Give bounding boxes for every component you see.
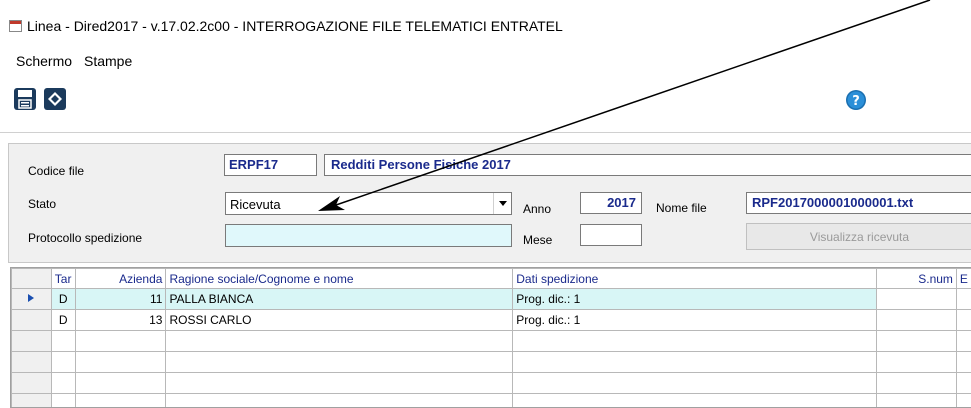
table-row[interactable]	[12, 331, 971, 352]
toolbar-separator	[0, 132, 971, 133]
empty-cell	[75, 352, 166, 373]
empty-cell	[513, 331, 877, 352]
menu-stampe[interactable]: Stampe	[84, 53, 132, 69]
save-icon	[13, 87, 37, 111]
form-panel: Codice file ERPF17 Redditi Persone Fisic…	[8, 143, 971, 263]
empty-cell	[956, 352, 971, 373]
col-header-snum[interactable]: S.num	[877, 269, 957, 289]
dropdown-arrow-icon[interactable]	[493, 193, 511, 214]
file-table: Tar Azienda Ragione sociale/Cognome e no…	[11, 268, 971, 408]
empty-cell	[513, 352, 877, 373]
empty-cell	[51, 373, 75, 394]
cell-ragione: ROSSI CARLO	[166, 310, 513, 331]
empty-cell	[956, 373, 971, 394]
empty-cell	[51, 331, 75, 352]
cell-e	[956, 310, 971, 331]
row-indicator-header	[12, 269, 52, 289]
row-pointer	[12, 331, 52, 352]
empty-cell	[877, 331, 957, 352]
empty-cell	[877, 352, 957, 373]
mese-label: Mese	[523, 233, 552, 247]
row-pointer	[12, 289, 52, 310]
nome-file-label: Nome file	[656, 201, 707, 215]
cell-tar: D	[51, 310, 75, 331]
stato-label: Stato	[28, 197, 56, 211]
empty-cell	[166, 373, 513, 394]
title-bar: Linea - Dired2017 - v.17.02.2c00 - INTER…	[0, 0, 971, 40]
cell-dati: Prog. dic.: 1	[513, 289, 877, 310]
toolbar: ?	[0, 80, 971, 124]
menu-schermo[interactable]: Schermo	[16, 53, 72, 69]
anno-label: Anno	[523, 202, 551, 216]
table-row[interactable]	[12, 352, 971, 373]
cell-snum	[877, 289, 957, 310]
col-header-dati[interactable]: Dati spedizione	[513, 269, 877, 289]
cell-ragione: PALLA BIANCA	[166, 289, 513, 310]
empty-cell	[956, 331, 971, 352]
exit-icon	[43, 87, 67, 111]
cell-e	[956, 289, 971, 310]
table-header: Tar Azienda Ragione sociale/Cognome e no…	[12, 269, 971, 289]
empty-cell	[75, 373, 166, 394]
app-icon	[9, 20, 22, 32]
anno-field[interactable]: 2017	[580, 192, 642, 214]
menu-bar: Schermo Stampe	[0, 50, 971, 72]
help-button[interactable]: ?	[845, 89, 867, 111]
mese-field[interactable]	[580, 224, 642, 246]
protocollo-label: Protocollo spedizione	[28, 231, 142, 245]
svg-text:?: ?	[852, 94, 860, 109]
codice-file-description: Redditi Persone Fisiche 2017	[324, 154, 971, 176]
table-row[interactable]: D 13 ROSSI CARLO Prog. dic.: 1	[12, 310, 971, 331]
codice-file-label: Codice file	[28, 164, 84, 178]
protocollo-field[interactable]	[225, 224, 512, 247]
empty-cell	[166, 331, 513, 352]
help-icon: ?	[845, 89, 867, 111]
cell-azienda: 11	[75, 289, 166, 310]
cell-snum	[877, 310, 957, 331]
empty-cell	[513, 373, 877, 394]
row-pointer	[12, 310, 52, 331]
window-title: Linea - Dired2017 - v.17.02.2c00 - INTER…	[27, 18, 563, 34]
col-header-tar[interactable]: Tar	[51, 269, 75, 289]
stato-combobox[interactable]: Ricevuta	[225, 192, 512, 215]
cell-tar: D	[51, 289, 75, 310]
row-pointer-icon	[27, 293, 35, 303]
empty-cell	[877, 373, 957, 394]
row-pointer	[12, 373, 52, 394]
col-header-e[interactable]: E	[956, 269, 971, 289]
visualizza-ricevuta-button[interactable]: Visualizza ricevuta	[746, 223, 971, 250]
table-row[interactable]: D 11 PALLA BIANCA Prog. dic.: 1	[12, 289, 971, 310]
col-header-azienda[interactable]: Azienda	[75, 269, 166, 289]
empty-cell	[166, 352, 513, 373]
empty-cell	[51, 352, 75, 373]
nome-file-field[interactable]: RPF2017000001000001.txt	[746, 192, 971, 214]
table-row[interactable]	[12, 373, 971, 394]
file-grid: Tar Azienda Ragione sociale/Cognome e no…	[10, 267, 971, 408]
cell-azienda: 13	[75, 310, 166, 331]
row-pointer	[12, 352, 52, 373]
cell-dati: Prog. dic.: 1	[513, 310, 877, 331]
col-header-ragione[interactable]: Ragione sociale/Cognome e nome	[166, 269, 513, 289]
exit-button[interactable]	[43, 87, 67, 111]
stato-value: Ricevuta	[230, 197, 281, 212]
save-button[interactable]	[13, 87, 37, 111]
empty-cell	[75, 331, 166, 352]
codice-file-field[interactable]: ERPF17	[224, 154, 317, 176]
